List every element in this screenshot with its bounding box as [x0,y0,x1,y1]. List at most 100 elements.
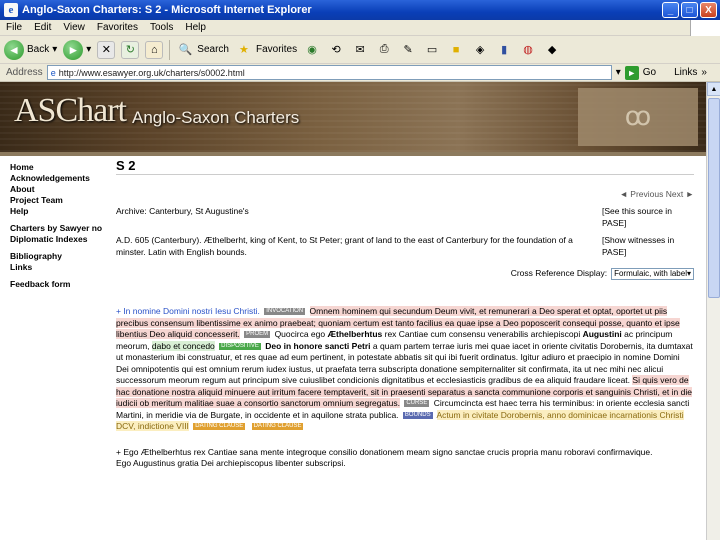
main-content: S 2 ◄ Previous Next ► Archive: Canterbur… [116,159,694,470]
toolbar-extra-icon[interactable]: ◍ [519,41,537,59]
home-icon[interactable]: ⌂ [145,40,164,59]
pase-source-link[interactable]: [See this source in PASE] [602,206,694,229]
go-button[interactable]: Go [643,67,656,78]
edit-icon[interactable]: ✎ [399,41,417,59]
dispositive-text: dabo et concedo [151,340,215,351]
back-button[interactable]: ◄ Back ▾ [4,39,57,60]
back-label: Back [27,44,50,55]
research-icon[interactable]: ▮ [495,41,513,59]
site-banner: ASChart Anglo-Saxon Charters ꝏ [0,82,706,152]
menu-help[interactable]: Help [185,22,206,33]
search-label: Search [197,44,229,55]
links-button[interactable]: Links [674,67,697,78]
toolbar: ◄ Back ▾ ► ▾ ✕ ↻ ⌂ 🔍 Search ★ Favorites … [0,36,720,64]
notification-post: rex Cantiae cum consensu venerabilis arc… [382,329,583,339]
charter-summary: A.D. 605 (Canterbury). Æthelberht, king … [116,235,573,257]
sidebar-item-project-team[interactable]: Project Team [10,195,110,206]
toolbar-separator [169,39,171,60]
minimize-button[interactable]: _ [662,2,679,18]
back-arrow-icon: ◄ [4,39,24,60]
forward-dropdown-icon[interactable]: ▾ [86,44,91,55]
star-icon: ★ [239,44,249,56]
sidebar-item-acknowledgements[interactable]: Acknowledgements [10,173,110,184]
proem-tag: PROEM [244,331,271,339]
print-icon[interactable]: ⎙ [375,41,393,59]
bounds-tag: BOUNDS [402,411,433,419]
sidebar-item-help[interactable]: Help [10,206,110,217]
windows-logo-icon [690,19,720,36]
window-titlebar: e Anglo-Saxon Charters: S 2 - Microsoft … [0,0,720,20]
forward-arrow-icon: ► [63,39,84,60]
address-label: Address [6,67,43,78]
invocation-text: + In nomine Domini nostri Iesu Christi. [116,306,260,316]
vertical-scrollbar[interactable]: ▲ [706,82,720,540]
links-chevron-icon[interactable]: » [701,67,707,78]
stop-icon[interactable]: ✕ [97,40,116,59]
sidebar-item-bibliography[interactable]: Bibliography [10,251,110,262]
menu-bar: File Edit View Favorites Tools Help [0,19,720,36]
mail-icon[interactable]: ✉ [351,41,369,59]
sidebar-item-feedback[interactable]: Feedback form [10,279,110,290]
dating-tag: DATING CLAUSE [193,423,246,431]
search-icon: 🔍 [178,44,193,56]
cross-reference-control: Cross Reference Display: Formulaic, with… [116,268,694,280]
close-button[interactable]: X [700,2,717,18]
prev-next-links[interactable]: ◄ Previous Next ► [116,189,694,201]
xref-select[interactable]: Formulaic, with label ▾ [611,268,694,280]
summary-row: A.D. 605 (Canterbury). Æthelberht, king … [116,235,694,258]
discuss-icon[interactable]: ▭ [423,41,441,59]
address-dropdown-icon[interactable]: ▾ [616,67,621,78]
page-viewport: ASChart Anglo-Saxon Charters ꝏ Home Ackn… [0,82,706,540]
menu-favorites[interactable]: Favorites [97,22,138,33]
archbishop-name: Augustini [582,329,622,339]
scroll-thumb[interactable] [708,98,720,298]
window-title: Anglo-Saxon Charters: S 2 - Microsoft In… [22,4,312,16]
site-subtitle: Anglo-Saxon Charters [132,108,300,127]
sidebar-item-home[interactable]: Home [10,162,110,173]
xref-label: Cross Reference Display: [510,268,608,279]
search-button[interactable]: 🔍 Search [176,41,229,59]
ie-icon: e [4,3,18,17]
charter-text: + In nomine Domini nostri Iesu Christi. … [116,306,694,470]
folder-icon[interactable]: ■ [447,41,465,59]
scroll-up-icon[interactable]: ▲ [707,82,720,96]
menu-file[interactable]: File [6,22,22,33]
invocation-tag: INVOCATION [264,308,306,316]
subscription-1: + Ego Æthelberhtus rex Cantiae sana ment… [116,446,653,457]
site-logo[interactable]: ASChart [14,92,127,130]
sidebar-item-about[interactable]: About [10,184,110,195]
history-icon[interactable]: ⟲ [327,41,345,59]
toolbar-extra2-icon[interactable]: ◆ [543,41,561,59]
media-icon[interactable]: ◉ [303,41,321,59]
refresh-icon[interactable]: ↻ [121,40,140,59]
page-favicon-icon: e [50,67,56,78]
subscription-2: Ego Augustinus gratia Dei archiepiscopus… [116,458,346,468]
king-name: Æthelberhtus [327,329,383,339]
dispositive-tag: DISPOSITIVE [219,342,261,350]
back-dropdown-icon[interactable]: ▾ [52,44,57,55]
menu-tools[interactable]: Tools [150,22,173,33]
notification-pre: Quocirca ego [274,329,328,339]
pase-witnesses-link[interactable]: [Show witnesses in PASE] [602,235,694,258]
dedication-text: Deo in honore sancti Petri [265,340,371,351]
sidebar-item-links[interactable]: Links [10,262,110,273]
favorites-button[interactable]: ★ Favorites [235,41,297,59]
go-arrow-icon[interactable]: ► [624,65,639,80]
xref-value: Formulaic, with label [614,269,687,279]
menu-edit[interactable]: Edit [34,22,51,33]
sidebar-nav: Home Acknowledgements About Project Team… [10,162,110,290]
forward-button[interactable]: ► ▾ [63,39,91,60]
favorites-label: Favorites [255,44,298,55]
messenger-icon[interactable]: ◈ [471,41,489,59]
address-url: http://www.esawyer.org.uk/charters/s0002… [58,67,245,78]
menu-view[interactable]: View [63,22,85,33]
address-input[interactable]: e http://www.esawyer.org.uk/charters/s00… [46,65,612,80]
chevron-down-icon: ▾ [686,269,691,279]
maximize-button[interactable]: □ [681,2,698,18]
archive-text: Archive: Canterbury, St Augustine's [116,206,249,216]
sidebar-item-diplomatic-indexes[interactable]: Diplomatic Indexes [10,234,110,245]
sidebar-item-charters[interactable]: Charters by Sawyer no [10,223,110,234]
sanction-tag: CURSE [404,400,430,408]
banner-divider [0,152,706,156]
address-bar: Address e http://www.esawyer.org.uk/char… [0,64,720,82]
